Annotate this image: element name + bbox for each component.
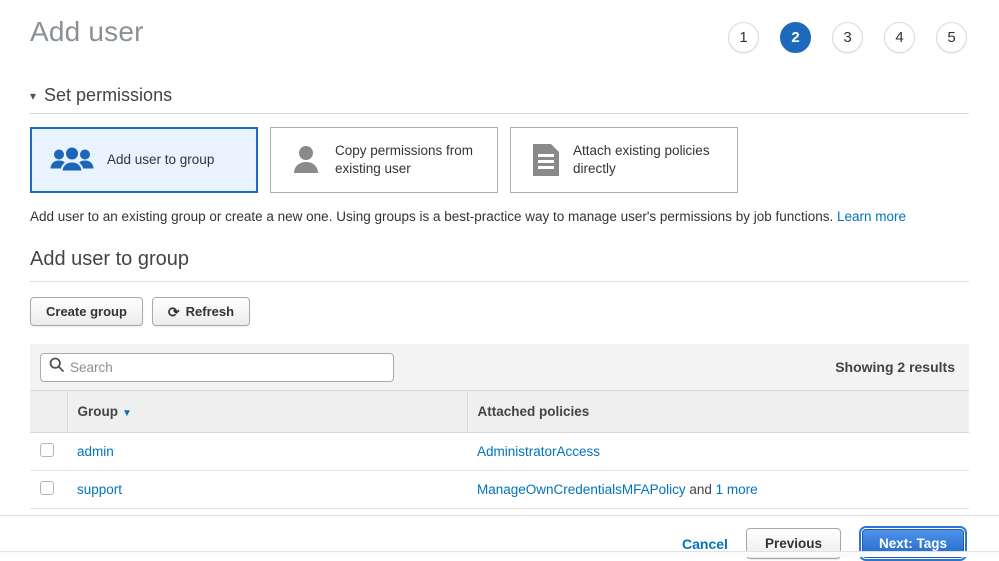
search-icon [49, 357, 64, 377]
groups-table: Group▼ Attached policies admin Administr… [30, 390, 969, 509]
option-label: Add user to group [107, 151, 214, 169]
policy-link[interactable]: AdministratorAccess [477, 444, 600, 459]
permission-options: Add user to group Copy permissions from … [30, 127, 969, 193]
step-1[interactable]: 1 [728, 22, 759, 53]
table-toolbar: Showing 2 results [30, 344, 969, 390]
option-attach-policies[interactable]: Attach existing policies directly [510, 127, 738, 193]
table-header-row: Group▼ Attached policies [30, 391, 969, 433]
option-copy-permissions[interactable]: Copy permissions from existing user [270, 127, 498, 193]
cancel-button[interactable]: Cancel [682, 536, 728, 552]
group-section-divider [30, 281, 969, 282]
option-label: Attach existing policies directly [573, 142, 725, 178]
permissions-description: Add user to an existing group or create … [30, 209, 969, 224]
option-label: Copy permissions from existing user [335, 142, 485, 178]
sort-down-icon: ▼ [122, 408, 132, 419]
user-icon [289, 143, 323, 177]
section-divider [30, 113, 969, 114]
user-group-icon [49, 144, 95, 176]
refresh-button[interactable]: ⟳ Refresh [152, 297, 250, 326]
create-group-button[interactable]: Create group [30, 297, 143, 326]
group-link[interactable]: support [77, 482, 122, 497]
set-permissions-toggle[interactable]: ▾ Set permissions [30, 85, 969, 106]
row-checkbox[interactable] [40, 443, 54, 457]
bottom-strip [0, 551, 999, 557]
table-row-support: support ManageOwnCredentialsMFAPolicy an… [30, 471, 969, 509]
group-actions: Create group ⟳ Refresh [30, 297, 969, 326]
row-checkbox[interactable] [40, 481, 54, 495]
add-user-wizard: Add user 1 2 3 4 5 ▾ Set permissions [0, 0, 999, 509]
wizard-steps: 1 2 3 4 5 [728, 22, 967, 53]
step-4[interactable]: 4 [884, 22, 915, 53]
results-count: Showing 2 results [835, 359, 959, 375]
header-checkbox-cell [30, 391, 67, 433]
and-text: and [689, 482, 712, 497]
wizard-header: Add user 1 2 3 4 5 [30, 0, 969, 53]
table-row-admin: admin AdministratorAccess [30, 433, 969, 471]
refresh-label: Refresh [186, 304, 234, 319]
page-title: Add user [30, 16, 144, 48]
search-box[interactable] [40, 353, 394, 382]
caret-down-icon: ▾ [30, 90, 36, 102]
group-link[interactable]: admin [77, 444, 114, 459]
policy-link[interactable]: ManageOwnCredentialsMFAPolicy [477, 482, 686, 497]
set-permissions-label: Set permissions [44, 85, 172, 106]
group-section-title: Add user to group [30, 248, 969, 271]
more-policies-link[interactable]: 1 more [716, 482, 758, 497]
learn-more-link[interactable]: Learn more [837, 209, 906, 224]
header-attached-policies: Attached policies [467, 391, 969, 433]
groups-table-panel: Showing 2 results Group▼ Attached polici… [30, 344, 969, 509]
step-3[interactable]: 3 [832, 22, 863, 53]
header-group[interactable]: Group▼ [67, 391, 467, 433]
search-input[interactable] [70, 360, 385, 375]
policy-document-icon [529, 143, 561, 177]
step-5[interactable]: 5 [936, 22, 967, 53]
option-add-user-to-group[interactable]: Add user to group [30, 127, 258, 193]
refresh-icon: ⟳ [168, 305, 180, 319]
step-2-active[interactable]: 2 [780, 22, 811, 53]
description-text: Add user to an existing group or create … [30, 209, 833, 224]
